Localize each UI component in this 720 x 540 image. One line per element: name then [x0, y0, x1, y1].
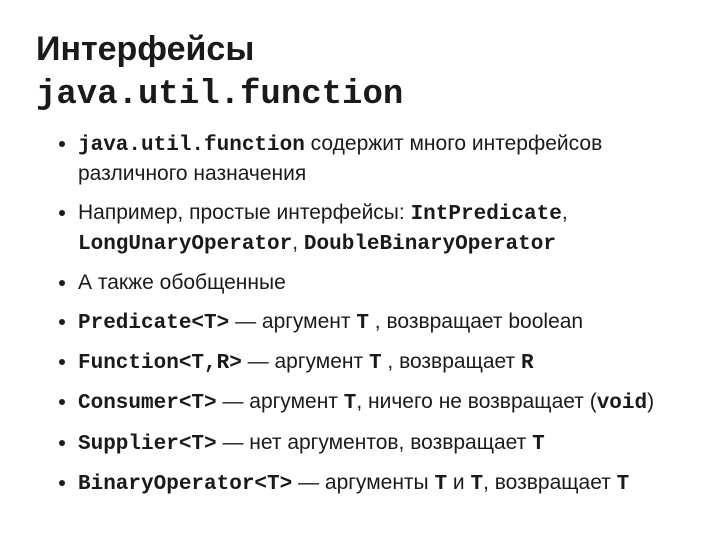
list-item: Например, простые интерфейсы: IntPredica… [78, 199, 684, 260]
list-item: Supplier<T> — нет аргументов, возвращает… [78, 429, 684, 459]
body-text: , [562, 201, 568, 224]
list-item: BinaryOperator<T> — аргументы T и T, воз… [78, 469, 684, 499]
list-item: Consumer<T> — аргумент T, ничего не возв… [78, 388, 684, 418]
body-text: — аргумент [242, 350, 369, 373]
body-text: и [447, 471, 470, 494]
code-text: void [597, 392, 647, 415]
body-text: — аргумент [229, 310, 356, 333]
code-text: Supplier<T> [78, 433, 217, 456]
code-text: T [356, 312, 369, 335]
body-text: А также обобщенные [78, 271, 286, 294]
code-text: T [434, 473, 447, 496]
list-item: java.util.function содержит много интерф… [78, 130, 684, 189]
code-text: LongUnaryOperator [78, 233, 292, 256]
code-text: T [532, 433, 545, 456]
body-text: — аргументы [292, 471, 434, 494]
list-item: Function<T,R> — аргумент T , возвращает … [78, 348, 684, 378]
title-plain: Интерфейсы [36, 30, 254, 68]
body-text: , ничего не возвращает ( [356, 390, 596, 413]
code-text: java.util.function [78, 134, 305, 157]
code-text: T [344, 392, 357, 415]
code-text: Function<T,R> [78, 352, 242, 375]
bullet-list: java.util.function содержит много интерф… [36, 130, 684, 499]
code-text: DoubleBinaryOperator [304, 233, 556, 256]
body-text: — нет аргументов, возвращает [217, 431, 532, 454]
code-text: BinaryOperator<T> [78, 473, 292, 496]
body-text: , возвращает [382, 350, 521, 373]
code-text: IntPredicate [411, 203, 562, 226]
list-item: Predicate<T> — аргумент T , возвращает b… [78, 308, 684, 338]
body-text: Например, простые интерфейсы: [78, 201, 411, 224]
body-text: , [292, 231, 304, 254]
body-text: , возвращает [483, 471, 617, 494]
slide-title: Интерфейсы java.util.function [36, 28, 684, 116]
body-text: , возвращает boolean [369, 310, 583, 333]
body-text: ) [647, 390, 654, 413]
title-code: java.util.function [36, 76, 403, 114]
code-text: Consumer<T> [78, 392, 217, 415]
code-text: Predicate<T> [78, 312, 229, 335]
code-text: T [470, 473, 483, 496]
code-text: T [369, 352, 382, 375]
body-text: — аргумент [217, 390, 344, 413]
list-item: А также обобщенные [78, 269, 684, 297]
code-text: T [617, 473, 630, 496]
code-text: R [521, 352, 534, 375]
